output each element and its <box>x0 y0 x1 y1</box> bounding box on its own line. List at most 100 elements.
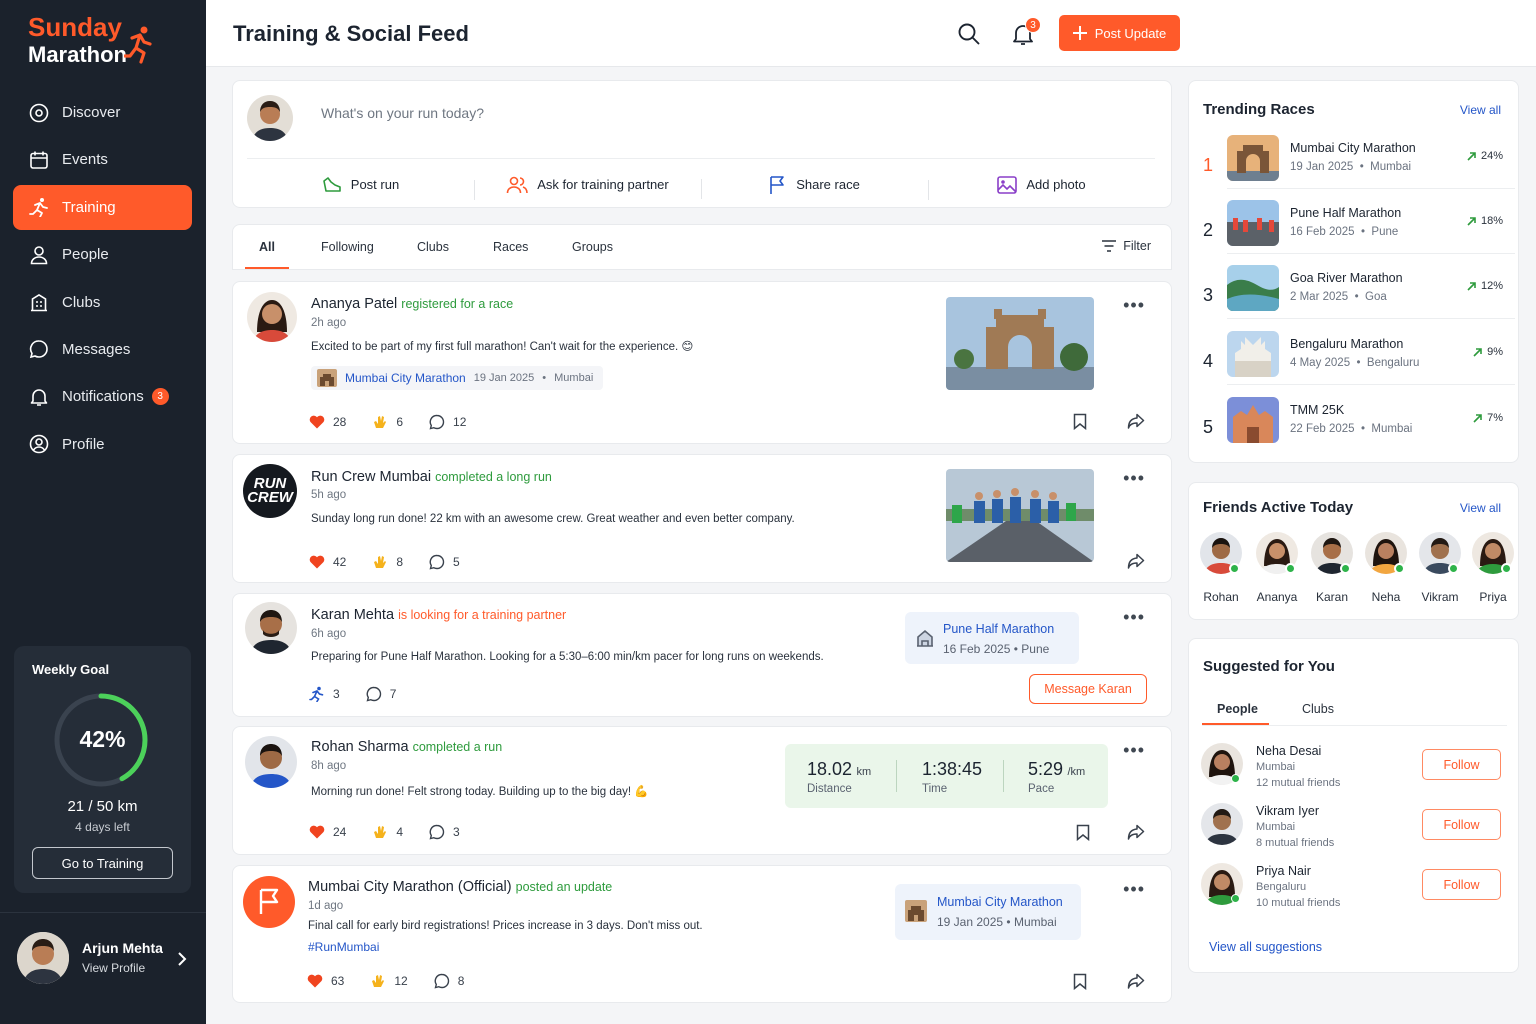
post-more-icon[interactable]: ••• <box>1123 741 1145 759</box>
share-icon[interactable] <box>1127 413 1145 429</box>
tab-clubs[interactable]: Clubs <box>1302 702 1334 716</box>
follow-button[interactable]: Follow <box>1422 869 1501 900</box>
clap-button[interactable]: 6 <box>372 414 403 430</box>
friend-item[interactable]: Priya <box>1470 532 1516 604</box>
stat-time: 1:38:45 Time <box>922 759 982 795</box>
trending-view-all-link[interactable]: View all <box>1460 103 1501 117</box>
post-header: Mumbai City Marathon (Official) posted a… <box>308 879 612 895</box>
bookmark-icon[interactable] <box>1076 824 1090 841</box>
nav-item-events[interactable]: Events <box>13 137 192 182</box>
post-more-icon[interactable]: ••• <box>1123 296 1145 314</box>
suggestion-name[interactable]: Neha Desai <box>1256 744 1321 758</box>
bookmark-icon[interactable] <box>1073 973 1087 990</box>
suggestion-avatar[interactable] <box>1201 803 1243 845</box>
runner-count[interactable]: 3 <box>309 686 340 702</box>
author-name[interactable]: Rohan Sharma <box>311 739 409 755</box>
like-button[interactable]: 63 <box>307 974 344 988</box>
comment-button[interactable]: 3 <box>429 824 460 840</box>
official-avatar[interactable] <box>243 876 295 928</box>
nav-item-training[interactable]: Training <box>13 184 192 230</box>
post-more-icon[interactable]: ••• <box>1123 608 1145 626</box>
nav-item-notifications[interactable]: Notifications 3 <box>13 374 192 419</box>
tab-following[interactable]: Following <box>321 240 374 254</box>
race-card[interactable]: Pune Half Marathon 16 Feb 2025 • Pune <box>905 612 1079 664</box>
author-name[interactable]: Run Crew Mumbai <box>311 469 431 485</box>
friend-item[interactable]: Neha <box>1363 532 1409 604</box>
post-hashtag[interactable]: #RunMumbai <box>308 940 379 954</box>
bookmark-icon[interactable] <box>1073 413 1087 430</box>
author-avatar[interactable] <box>245 602 297 654</box>
run-crew-logo[interactable]: RUN CREW <box>243 464 297 518</box>
tab-races[interactable]: Races <box>493 240 528 254</box>
post-more-icon[interactable]: ••• <box>1123 469 1145 487</box>
race-card[interactable]: Mumbai City Marathon 19 Jan 2025 • Mumba… <box>895 884 1081 940</box>
friends-view-all-link[interactable]: View all <box>1460 501 1501 515</box>
clap-count: 12 <box>394 974 408 988</box>
race-tag[interactable]: Mumbai City Marathon 19 Jan 2025 • Mumba… <box>311 366 604 390</box>
trending-race-row[interactable]: 1 Mumbai City Marathon 19 Jan 2025 • Mum… <box>1203 135 1515 201</box>
follow-button[interactable]: Follow <box>1422 749 1501 780</box>
tab-clubs[interactable]: Clubs <box>417 240 449 254</box>
search-icon[interactable] <box>958 23 980 45</box>
tab-people[interactable]: People <box>1217 702 1258 716</box>
brand-logo[interactable]: Sunday Marathon <box>28 14 152 68</box>
trend-up-icon <box>1467 151 1476 161</box>
clap-button[interactable]: 8 <box>372 554 403 570</box>
add-photo-button[interactable]: Add photo <box>928 175 1155 200</box>
composer-input[interactable]: What's on your run today? <box>321 105 484 121</box>
share-race-button[interactable]: Share race <box>701 175 928 199</box>
share-icon[interactable] <box>1127 553 1145 569</box>
nav-item-clubs[interactable]: Clubs <box>13 280 192 325</box>
user-circle-icon <box>29 434 49 454</box>
author-name[interactable]: Karan Mehta <box>311 607 394 623</box>
like-button[interactable]: 28 <box>309 415 346 429</box>
tab-all[interactable]: All <box>259 240 275 254</box>
stat-pace: 5:29 /km Pace <box>1028 759 1085 795</box>
nav-item-people[interactable]: People <box>13 232 192 277</box>
author-avatar[interactable] <box>245 736 297 788</box>
friend-item[interactable]: Karan <box>1309 532 1355 604</box>
trend-percent: 18% <box>1467 215 1503 227</box>
friend-item[interactable]: Rohan <box>1198 532 1244 604</box>
comment-button[interactable]: 7 <box>366 686 396 702</box>
friend-item[interactable]: Ananya <box>1254 532 1300 604</box>
trending-race-row[interactable]: 5 TMM 25K 22 Feb 2025 • Mumbai 7% <box>1203 397 1503 463</box>
user-profile-card[interactable]: Arjun Mehta View Profile <box>0 912 206 1024</box>
post-image[interactable] <box>946 297 1094 390</box>
share-icon[interactable] <box>1127 824 1145 840</box>
comment-button[interactable]: 8 <box>434 973 464 989</box>
post-update-button[interactable]: Post Update <box>1059 15 1180 51</box>
nav-item-messages[interactable]: Messages <box>13 327 192 372</box>
view-profile-link[interactable]: View Profile <box>82 961 145 975</box>
clap-button[interactable]: 12 <box>370 973 408 989</box>
like-button[interactable]: 24 <box>309 825 346 839</box>
author-name[interactable]: Mumbai City Marathon (Official) <box>308 879 512 895</box>
message-karan-button[interactable]: Message Karan <box>1029 674 1147 704</box>
chevron-right-icon[interactable] <box>176 951 188 967</box>
share-icon[interactable] <box>1127 973 1145 989</box>
author-avatar[interactable] <box>247 292 297 342</box>
trending-race-row[interactable]: 2 Pune Half Marathon 16 Feb 2025 • Pune … <box>1203 200 1515 266</box>
view-all-suggestions-link[interactable]: View all suggestions <box>1209 940 1322 954</box>
comment-button[interactable]: 5 <box>429 554 460 570</box>
friend-item[interactable]: Vikram <box>1417 532 1463 604</box>
suggestion-name[interactable]: Priya Nair <box>1256 864 1311 878</box>
go-to-training-button[interactable]: Go to Training <box>32 847 173 879</box>
trending-race-row[interactable]: 4 Bengaluru Marathon 4 May 2025 • Bengal… <box>1203 331 1515 397</box>
nav-label: People <box>62 246 109 264</box>
nav-item-discover[interactable]: Discover <box>13 90 192 135</box>
comment-button[interactable]: 12 <box>429 414 466 430</box>
follow-button[interactable]: Follow <box>1422 809 1501 840</box>
trending-race-row[interactable]: 3 Goa River Marathon 2 Mar 2025 • Goa 12… <box>1203 265 1515 331</box>
post-run-button[interactable]: Post run <box>247 176 474 194</box>
filter-button[interactable]: Filter <box>1101 239 1151 253</box>
nav-item-profile[interactable]: Profile <box>13 422 192 467</box>
ask-training-partner-button[interactable]: Ask for training partner <box>474 176 701 200</box>
post-more-icon[interactable]: ••• <box>1123 880 1145 898</box>
tab-groups[interactable]: Groups <box>572 240 613 254</box>
post-image[interactable] <box>946 469 1094 562</box>
clap-button[interactable]: 4 <box>372 824 403 840</box>
like-button[interactable]: 42 <box>309 555 346 569</box>
suggestion-name[interactable]: Vikram Iyer <box>1256 804 1319 818</box>
author-name[interactable]: Ananya Patel <box>311 296 397 312</box>
